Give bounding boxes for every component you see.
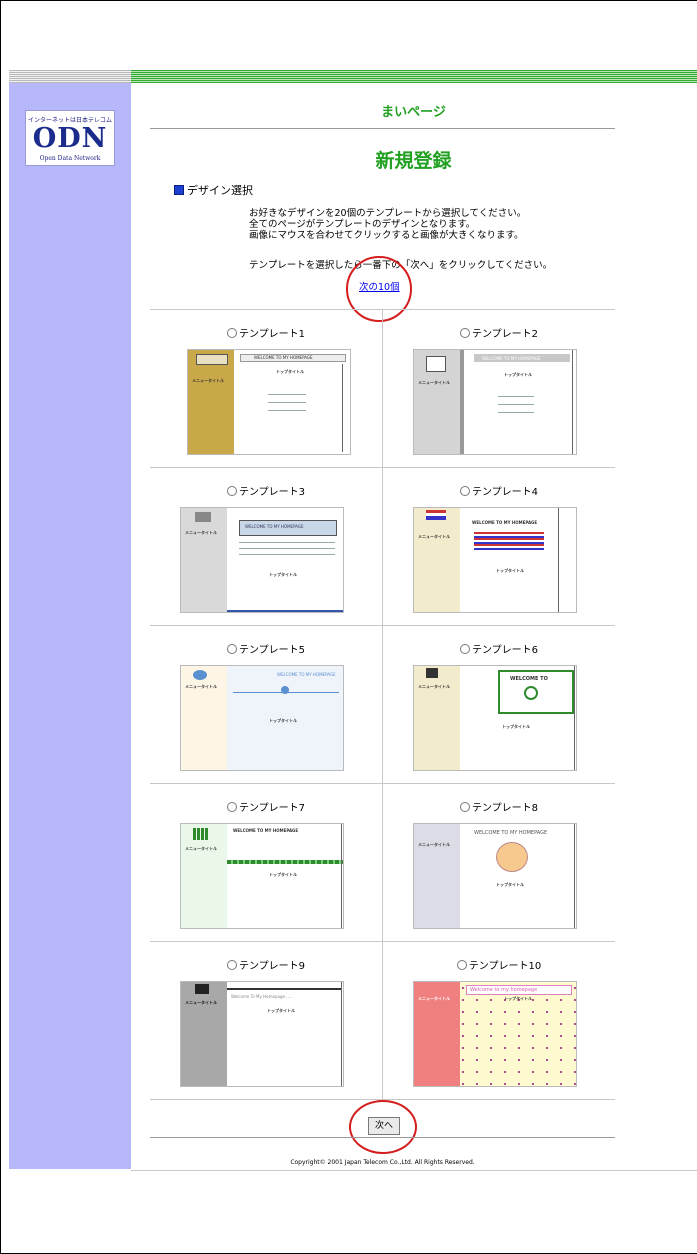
- template-option-9[interactable]: テンプレート9: [150, 957, 382, 972]
- logo-mark: ODN: [32, 123, 108, 154]
- template-thumbnail[interactable]: WELCOME TO MY HOMEPAGE トップタイトル メニュータイトル: [187, 349, 351, 455]
- radio-icon[interactable]: [226, 802, 237, 812]
- section-heading: デザイン選択: [174, 182, 253, 198]
- template-thumbnail[interactable]: Welcome to my homepage トップタイトル メニュータイトル: [413, 981, 577, 1087]
- page-title: 新規登録: [375, 150, 452, 172]
- template-row: テンプレート9 Welcome To My Homepage...... トップ…: [150, 942, 615, 1100]
- radio-icon[interactable]: [226, 486, 237, 496]
- template-option-2[interactable]: テンプレート2: [383, 325, 615, 340]
- section-label: デザイン選択: [187, 184, 253, 197]
- template-cell: テンプレート4 WELCOME TO MY HOMEPAGE トップタイトル メ…: [382, 468, 615, 625]
- radio-icon[interactable]: [459, 486, 470, 496]
- divider: [150, 1137, 615, 1138]
- template-option-7[interactable]: テンプレート7: [150, 799, 382, 814]
- header-stripe-gray: [9, 70, 131, 83]
- odn-logo[interactable]: インターネットは日本テレコム ODN Open Data Network: [25, 110, 115, 166]
- template-cell: テンプレート9 Welcome To My Homepage...... トップ…: [150, 942, 382, 1099]
- radio-icon[interactable]: [459, 802, 470, 812]
- template-cell: テンプレート5 WELCOME TO MY HOMEPAGE トップタイトル メ…: [150, 626, 382, 783]
- template-option-6[interactable]: テンプレート6: [383, 641, 615, 656]
- template-cell: テンプレート2 WELCOME TO MY HOMEPAGE トップタイトル メ…: [382, 310, 615, 467]
- divider: [150, 128, 615, 129]
- copyright: Copyright© 2001 Japan Telecom Co.,Ltd. A…: [290, 1159, 475, 1166]
- instruction-line: お好きなデザインを20個のテンプレートから選択してください。: [249, 208, 527, 219]
- square-bullet-icon: [174, 185, 184, 195]
- template-cell: テンプレート8 WELCOME TO MY HOMEPAGE トップタイトル メ…: [382, 784, 615, 941]
- template-row: テンプレート7 WELCOME TO MY HOMEPAGE トップタイトル メ…: [150, 784, 615, 942]
- template-cell: テンプレート10 Welcome to my homepage トップタイトル …: [382, 942, 615, 1099]
- template-thumbnail[interactable]: WELCOME TO トップタイトル メニュータイトル: [413, 665, 577, 771]
- radio-icon[interactable]: [226, 644, 237, 654]
- template-thumbnail[interactable]: WELCOME TO MY HOMEPAGE トップタイトル メニュータイトル: [180, 823, 344, 929]
- radio-icon[interactable]: [226, 960, 237, 970]
- template-row: テンプレート1 WELCOME TO MY HOMEPAGE トップタイトル メ…: [150, 310, 615, 468]
- header-stripe-green: [131, 70, 697, 83]
- instruction-line: 画像にマウスを合わせてクリックすると画像が大きくなります。: [249, 230, 524, 241]
- template-thumbnail[interactable]: WELCOME TO MY HOMEPAGE トップタイトル メニュータイトル: [413, 349, 577, 455]
- instruction-line: 全てのページがテンプレートのデザインとなります。: [249, 219, 476, 230]
- template-cell: テンプレート7 WELCOME TO MY HOMEPAGE トップタイトル メ…: [150, 784, 382, 941]
- template-thumbnail[interactable]: WELCOME TO MY HOMEPAGE トップタイトル メニュータイトル: [413, 507, 577, 613]
- logo-subtitle: Open Data Network: [39, 155, 101, 162]
- template-option-1[interactable]: テンプレート1: [150, 325, 382, 340]
- radio-icon[interactable]: [459, 644, 470, 654]
- template-option-4[interactable]: テンプレート4: [383, 483, 615, 498]
- template-thumbnail[interactable]: Welcome To My Homepage...... トップタイトル メニュ…: [180, 981, 344, 1087]
- template-option-3[interactable]: テンプレート3: [150, 483, 382, 498]
- left-sidebar: [9, 83, 131, 1169]
- radio-icon[interactable]: [456, 960, 467, 970]
- template-thumbnail[interactable]: WELCOME TO MY HOMEPAGE トップタイトル メニュータイトル: [413, 823, 577, 929]
- template-option-10[interactable]: テンプレート10: [383, 957, 615, 972]
- radio-icon[interactable]: [459, 328, 470, 338]
- template-thumbnail[interactable]: WELCOME TO MY HOMEPAGE トップタイトル メニュータイトル: [180, 507, 344, 613]
- template-row: テンプレート5 WELCOME TO MY HOMEPAGE トップタイトル メ…: [150, 626, 615, 784]
- template-cell: テンプレート3 WELCOME TO MY HOMEPAGE トップタイトル メ…: [150, 468, 382, 625]
- highlight-circle: [349, 1100, 417, 1154]
- template-option-5[interactable]: テンプレート5: [150, 641, 382, 656]
- template-option-8[interactable]: テンプレート8: [383, 799, 615, 814]
- divider: [131, 1170, 697, 1171]
- template-thumbnail[interactable]: WELCOME TO MY HOMEPAGE トップタイトル メニュータイトル: [180, 665, 344, 771]
- mypage-heading: まいページ: [381, 105, 446, 120]
- template-cell: テンプレート6 WELCOME TO トップタイトル メニュータイトル: [382, 626, 615, 783]
- template-grid: テンプレート1 WELCOME TO MY HOMEPAGE トップタイトル メ…: [150, 309, 615, 1100]
- radio-icon[interactable]: [226, 328, 237, 338]
- instructions: お好きなデザインを20個のテンプレートから選択してください。 全てのページがテン…: [249, 208, 526, 241]
- template-cell: テンプレート1 WELCOME TO MY HOMEPAGE トップタイトル メ…: [150, 310, 382, 467]
- template-row: テンプレート3 WELCOME TO MY HOMEPAGE トップタイトル メ…: [150, 468, 615, 626]
